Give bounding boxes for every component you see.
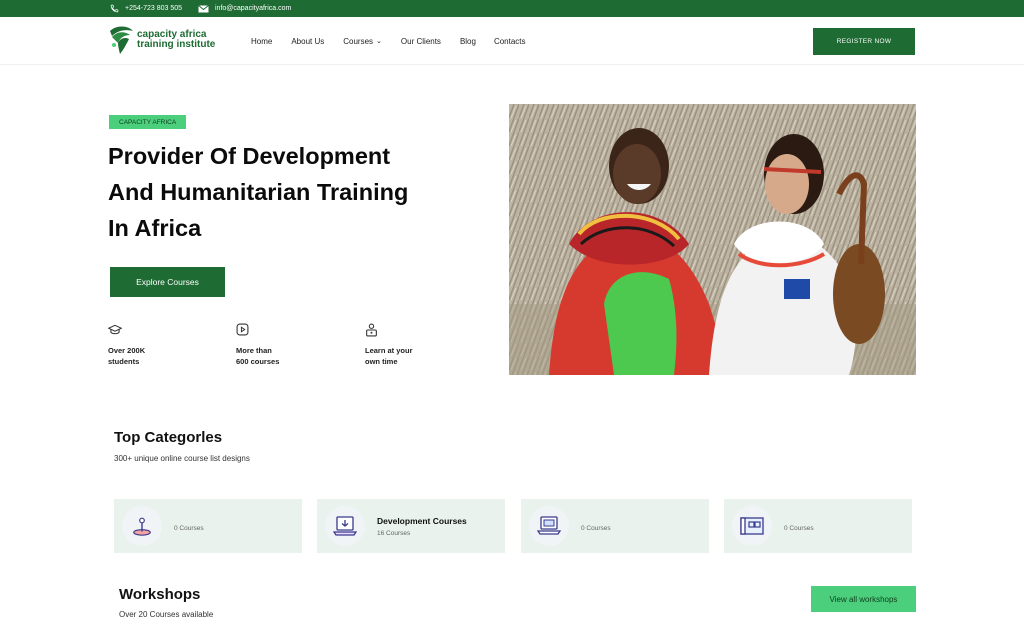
top-categories-title: Top Categorles: [114, 429, 223, 446]
laptop-code-icon: [537, 516, 561, 535]
category-name: Development Courses: [377, 515, 467, 526]
workshops-subtitle: Over 20 Courses available: [119, 610, 214, 619]
category-count: 0 Courses: [174, 524, 204, 532]
play-video-icon: [236, 323, 249, 336]
category-icon-wrap: [122, 506, 162, 546]
nav-about-label: About Us: [291, 36, 325, 46]
chevron-down-icon: ⌄: [376, 38, 382, 45]
view-all-workshops-button[interactable]: View all workshops: [811, 586, 916, 612]
laptop-download-icon: [333, 516, 357, 536]
logo-mark-icon: [110, 26, 133, 54]
nav-about-us[interactable]: About Us: [291, 37, 324, 46]
nav-blog[interactable]: Blog: [460, 37, 476, 46]
feature-students-line2: students: [108, 357, 140, 366]
category-card[interactable]: 0 Courses: [724, 499, 912, 553]
workshops-title: Workshops: [119, 586, 201, 603]
nav-our-clients[interactable]: Our Clients: [401, 37, 441, 46]
feature-students-line1: Over 200K: [108, 346, 146, 355]
category-icon-wrap: [732, 506, 772, 546]
nav-courses-label: Courses: [343, 36, 374, 46]
explore-courses-button[interactable]: Explore Courses: [110, 267, 225, 297]
topbar-phone[interactable]: +254-723 803 505: [110, 0, 182, 17]
user-lock-icon: [366, 323, 377, 337]
hero-title-line1: Provider Of Development: [108, 143, 391, 169]
nav-home-label: Home: [251, 36, 273, 46]
site-header: capacity africa training institute Home …: [0, 17, 1024, 65]
feature-courses-line1: More than: [236, 346, 272, 355]
register-now-button[interactable]: REGISTER NOW: [813, 28, 915, 55]
hero-title-line3: In Africa: [108, 215, 202, 241]
hero-image: [509, 104, 916, 375]
nav-contacts[interactable]: Contacts: [494, 37, 526, 46]
hero-title: Provider Of Development And Humanitarian…: [108, 138, 468, 246]
top-categories-subtitle: 300+ unique online course list designs: [114, 454, 250, 463]
feature-own-time: Learn at your own time: [365, 323, 455, 367]
phone-icon: [110, 4, 119, 13]
hero-badge: CAPACITY AFRICA: [109, 115, 187, 129]
blueprint-icon: [740, 517, 764, 535]
nav-home[interactable]: Home: [251, 37, 272, 46]
feature-own-time-line1: Learn at your: [365, 346, 413, 355]
category-count: 0 Courses: [581, 524, 611, 532]
graduation-cap-icon: [107, 324, 123, 335]
feature-students: Over 200K students: [107, 323, 198, 367]
envelope-icon: [198, 4, 209, 12]
category-icon-wrap: [325, 506, 365, 546]
category-count: 0 Courses: [784, 524, 814, 532]
email-address: info@capacityafrica.com: [215, 5, 292, 12]
nav-contacts-label: Contacts: [493, 36, 526, 46]
hero-title-line2: And Humanitarian Training: [108, 179, 409, 205]
category-count: 16 Courses: [377, 529, 411, 537]
logo-line2: training institute: [137, 39, 216, 50]
feature-own-time-line2: own time: [365, 357, 398, 366]
nav-blog-label: Blog: [459, 36, 476, 46]
joystick-icon: [133, 517, 151, 536]
category-card[interactable]: 0 Courses: [114, 499, 302, 553]
feature-courses: More than 600 courses: [236, 323, 326, 367]
feature-courses-line2: 600 courses: [236, 357, 280, 366]
category-icon-wrap: [529, 506, 569, 546]
site-logo[interactable]: capacity africa training institute: [108, 25, 215, 55]
phone-number: +254-723 803 505: [125, 5, 183, 12]
category-card[interactable]: 0 Courses: [521, 499, 709, 553]
nav-clients-label: Our Clients: [400, 36, 441, 46]
top-contact-bar: +254-723 803 505 info@capacityafrica.com: [0, 0, 1024, 17]
nav-courses[interactable]: Courses ⌄: [343, 37, 382, 46]
topbar-email[interactable]: info@capacityafrica.com: [198, 0, 291, 17]
main-nav: Home About Us Courses ⌄ Our Clients Blog …: [251, 17, 526, 65]
category-card[interactable]: Development Courses 16 Courses: [317, 499, 505, 553]
